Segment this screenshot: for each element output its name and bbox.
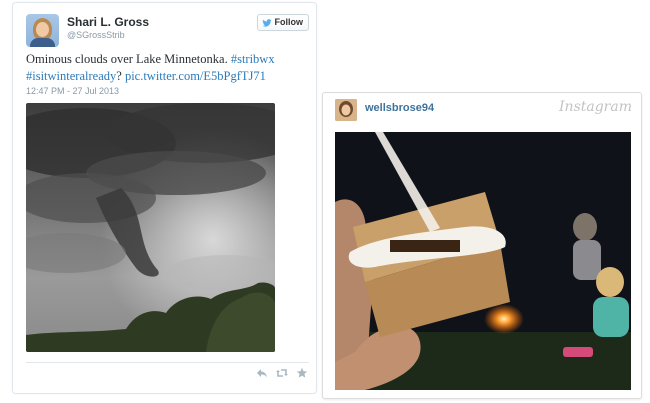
tweet-author-avatar[interactable] [26,14,59,47]
storm-clouds-image [26,103,275,352]
tweet-text: Ominous clouds over Lake Minnetonka. #st… [26,51,311,85]
tweet-text-sep: ? [116,69,125,83]
avatar-face [36,22,49,37]
tweet-author-name[interactable]: Shari L. Gross [67,15,149,29]
instagram-card: wellsbrose94 Instagram [322,92,642,399]
tweet-card: Shari L. Gross @SGrossStrib Follow Omino… [12,2,317,394]
twitter-bird-icon [261,18,272,27]
reply-icon[interactable] [256,367,268,379]
avatar-body [30,38,55,47]
tweet-text-plain: Ominous clouds over Lake Minnetonka. [26,52,231,66]
follow-button[interactable]: Follow [256,14,309,31]
instagram-username[interactable]: wellsbrose94 [365,102,434,114]
tweet-photo[interactable] [26,103,275,352]
smores-image [335,132,631,390]
tweet-actions [256,367,308,379]
hashtag-link[interactable]: #isitwinteralready [26,69,116,83]
hashtag-link[interactable]: #stribwx [231,52,275,66]
follow-button-label: Follow [274,17,304,27]
tweet-divider [26,362,309,363]
instagram-user-avatar[interactable] [335,99,357,121]
instagram-logo[interactable]: Instagram [559,99,632,115]
photo-link[interactable]: pic.twitter.com/E5bPgfTJ71 [125,69,266,83]
tweet-author-handle[interactable]: @SGrossStrib [67,30,125,40]
instagram-photo[interactable] [335,132,631,390]
retweet-icon[interactable] [276,367,288,379]
avatar-image [335,99,357,121]
tweet-timestamp[interactable]: 12:47 PM - 27 Jul 2013 [26,86,119,96]
star-icon[interactable] [296,367,308,379]
